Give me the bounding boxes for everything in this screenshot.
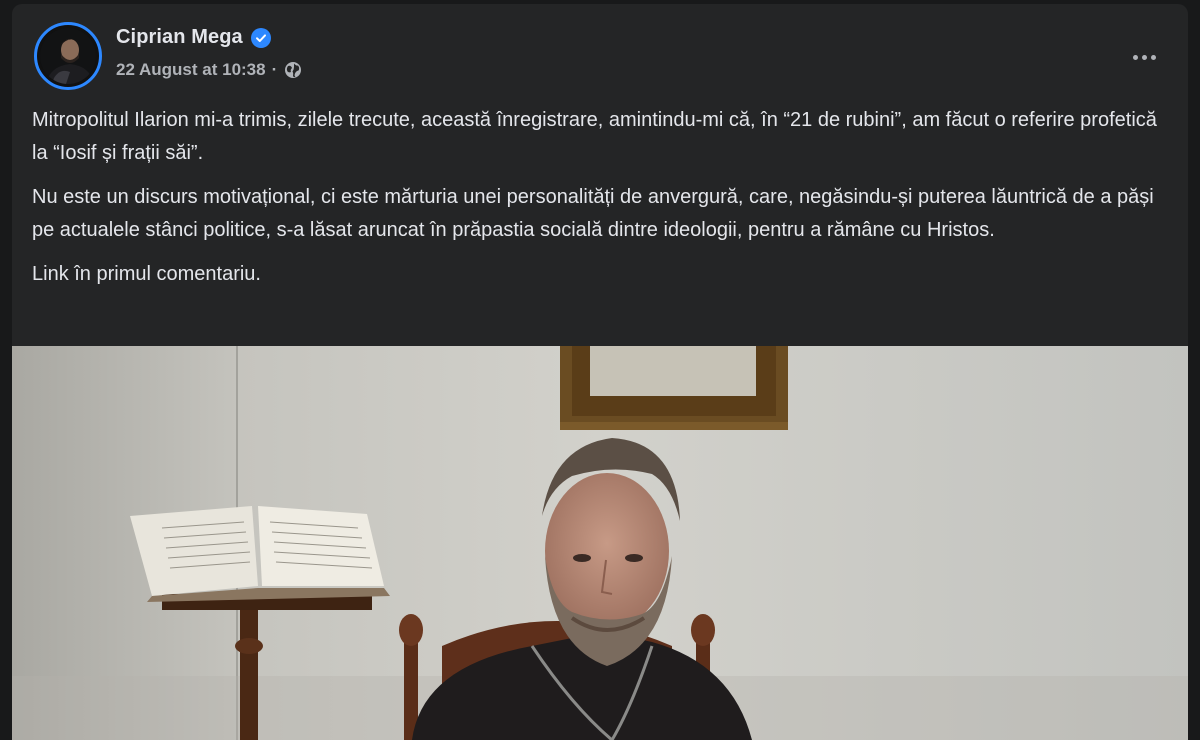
post-card: Ciprian Mega 22 August at 10:38 · Mitrop… — [12, 4, 1188, 740]
meta-separator: · — [271, 60, 278, 79]
post-timestamp[interactable]: 22 August at 10:38 — [116, 60, 266, 80]
post-paragraph: Mitropolitul Ilarion mi-a trimis, zilele… — [32, 109, 1157, 164]
post-paragraph: Link în primul comentariu. — [32, 263, 261, 285]
globe-icon[interactable] — [283, 60, 303, 80]
verified-badge-icon — [250, 27, 271, 48]
post-paragraph: Nu este un discurs motivațional, ci este… — [32, 186, 1154, 241]
avatar-photo — [40, 28, 96, 84]
post-header: Ciprian Mega 22 August at 10:38 · — [34, 22, 1174, 92]
video-frame-image — [12, 346, 1188, 740]
post-video-thumbnail[interactable] — [12, 346, 1188, 740]
post-text: Mitropolitul Ilarion mi-a trimis, zilele… — [32, 104, 1162, 302]
author-avatar[interactable] — [34, 22, 102, 90]
author-name[interactable]: Ciprian Mega — [116, 26, 243, 49]
more-options-icon[interactable] — [1124, 44, 1164, 70]
